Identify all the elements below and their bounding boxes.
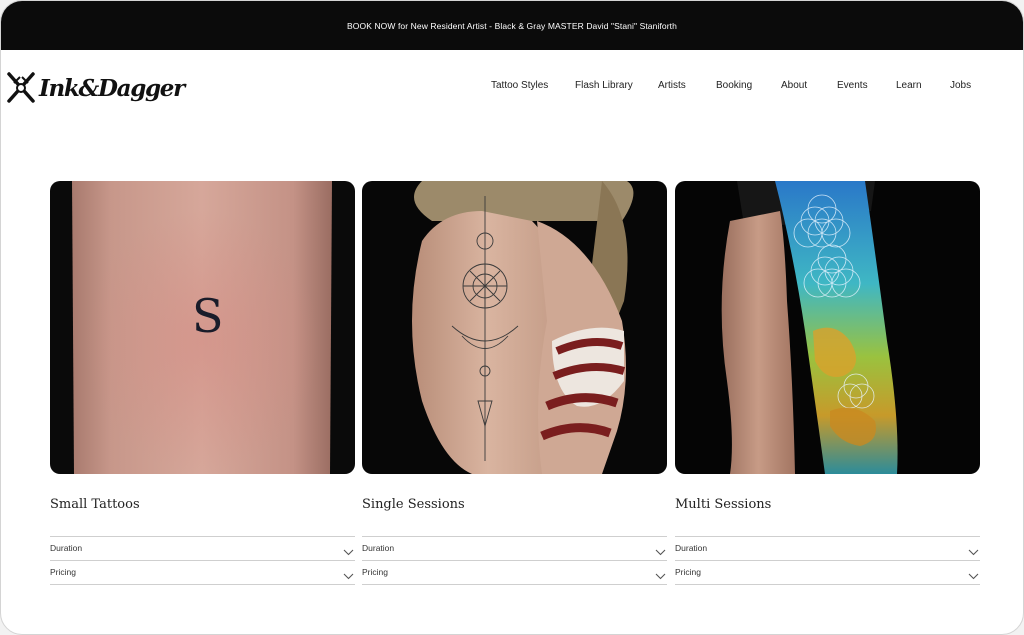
tattoo-letter: S <box>192 289 224 343</box>
accordion-pricing[interactable]: Pricing <box>362 560 667 585</box>
accordion-label: Duration <box>362 543 395 553</box>
card-title[interactable]: Small Tattoos <box>50 497 140 512</box>
card-single-sessions: Single Sessions Duration Pricing <box>362 181 667 585</box>
accordion-duration[interactable]: Duration <box>675 536 980 560</box>
single-session-photo[interactable] <box>362 181 667 474</box>
accordion-pricing[interactable]: Pricing <box>675 560 980 585</box>
chevron-down-icon[interactable] <box>968 543 979 561</box>
accordion-label: Pricing <box>675 567 701 577</box>
chevron-down-icon[interactable] <box>655 567 666 585</box>
accordion-pricing[interactable]: Pricing <box>50 560 355 585</box>
card-title[interactable]: Multi Sessions <box>675 497 771 512</box>
chevron-down-icon[interactable] <box>968 567 979 585</box>
accordion-label: Pricing <box>50 567 76 577</box>
card-small-tattoos: S Small Tattoos Duration Pricing <box>50 181 355 585</box>
multi-session-photo[interactable] <box>675 181 980 474</box>
accordion-duration[interactable]: Duration <box>362 536 667 560</box>
session-types: S Small Tattoos Duration Pricing Single … <box>1 1 1023 634</box>
chevron-down-icon[interactable] <box>343 543 354 561</box>
small-tattoo-photo[interactable]: S <box>50 181 355 474</box>
accordion-label: Pricing <box>362 567 388 577</box>
accordion-duration[interactable]: Duration <box>50 536 355 560</box>
browser-frame: BOOK NOW for New Resident Artist - Black… <box>0 0 1024 635</box>
chevron-down-icon[interactable] <box>655 543 666 561</box>
chevron-down-icon[interactable] <box>343 567 354 585</box>
card-multi-sessions: Multi Sessions Duration Pricing <box>675 181 980 585</box>
accordion-label: Duration <box>50 543 83 553</box>
accordion-label: Duration <box>675 543 708 553</box>
card-title[interactable]: Single Sessions <box>362 497 465 512</box>
